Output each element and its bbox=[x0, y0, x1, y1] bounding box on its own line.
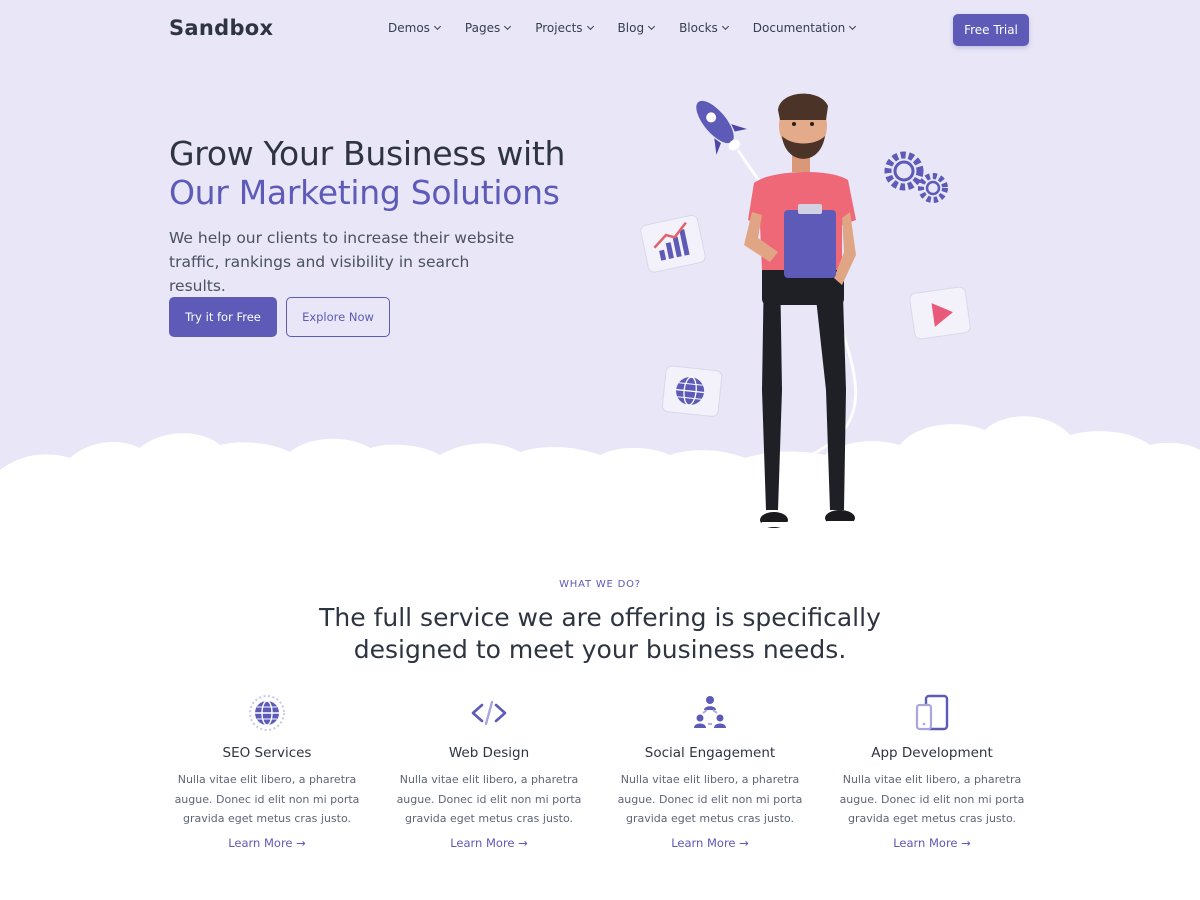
menu-item-pages[interactable]: Pages bbox=[464, 21, 512, 35]
chart-card-icon bbox=[640, 214, 706, 273]
menu-item-label: Blocks bbox=[679, 21, 718, 35]
service-description-line: gravida eget metus cras justo. bbox=[626, 812, 794, 825]
chevron-down-icon bbox=[586, 22, 594, 31]
menu-item-blog[interactable]: Blog bbox=[617, 21, 656, 35]
section-eyebrow: WHAT WE DO? bbox=[559, 579, 641, 590]
menu-item-demos[interactable]: Demos bbox=[388, 21, 441, 35]
service-card-app-dev: App Development Nulla vitae elit libero,… bbox=[837, 693, 1027, 851]
service-card-social: Social Engagement Nulla vitae elit liber… bbox=[615, 693, 805, 851]
try-free-button[interactable]: Try it for Free bbox=[169, 297, 277, 337]
service-description-line: Nulla vitae elit libero, a pharetra bbox=[842, 773, 1022, 786]
explore-now-button[interactable]: Explore Now bbox=[286, 297, 390, 337]
section-title-line2: designed to meet your business needs. bbox=[353, 635, 847, 664]
service-title: Web Design bbox=[448, 745, 530, 761]
hero-title-line2: Our Marketing Solutions bbox=[169, 173, 560, 212]
service-description-line: gravida eget metus cras justo. bbox=[183, 812, 351, 825]
code-icon bbox=[471, 700, 507, 726]
rocket-icon bbox=[696, 100, 748, 155]
chevron-down-icon bbox=[648, 22, 656, 31]
learn-more-link[interactable]: Learn More → bbox=[671, 836, 749, 850]
service-description-line: augue. Donec id elit non mi porta bbox=[617, 792, 803, 806]
chevron-down-icon bbox=[433, 22, 441, 31]
service-description: Nulla vitae elit libero, a pharetra augu… bbox=[172, 770, 362, 829]
chevron-down-icon bbox=[721, 22, 729, 31]
hero-illustration bbox=[640, 93, 971, 528]
service-description-line: augue. Donec id elit non mi porta bbox=[839, 792, 1025, 806]
menu-item-label: Blog bbox=[617, 21, 645, 35]
free-trial-button[interactable]: Free Trial bbox=[953, 14, 1029, 46]
chevron-down-icon bbox=[504, 22, 512, 31]
service-description-line: gravida eget metus cras justo. bbox=[848, 812, 1016, 825]
logo[interactable]: Sandbox bbox=[169, 16, 273, 40]
cloud-divider bbox=[0, 416, 1200, 510]
service-description: Nulla vitae elit libero, a pharetra augu… bbox=[394, 770, 584, 829]
service-description-line: Nulla vitae elit libero, a pharetra bbox=[399, 773, 579, 786]
section-title-line1: The full service we are offering is spec… bbox=[319, 603, 881, 632]
service-card-web-design: Web Design Nulla vitae elit libero, a ph… bbox=[394, 693, 584, 851]
chevron-down-icon bbox=[849, 22, 857, 31]
hero-lead: We help our clients to increase their we… bbox=[169, 229, 515, 295]
section-title: The full service we are offering is spec… bbox=[300, 602, 900, 666]
service-description: Nulla vitae elit libero, a pharetra augu… bbox=[615, 770, 805, 829]
hero-title-line1: Grow Your Business with bbox=[169, 134, 566, 173]
menu-item-blocks[interactable]: Blocks bbox=[679, 21, 729, 35]
menu-item-label: Projects bbox=[535, 21, 583, 35]
gears-icon bbox=[884, 151, 948, 203]
menu-item-label: Documentation bbox=[752, 21, 846, 35]
learn-more-link[interactable]: Learn More → bbox=[450, 836, 528, 850]
menu-item-label: Demos bbox=[388, 21, 430, 35]
service-description-line: augue. Donec id elit non mi porta bbox=[396, 792, 582, 806]
service-description-line: Nulla vitae elit libero, a pharetra bbox=[177, 773, 357, 786]
play-card-icon bbox=[909, 286, 971, 340]
main-menu: Demos Pages Projects Blog Blocks Documen… bbox=[388, 21, 880, 35]
users-network-icon bbox=[694, 696, 726, 728]
learn-more-link[interactable]: Learn More → bbox=[228, 836, 306, 850]
service-title: Social Engagement bbox=[644, 745, 776, 761]
learn-more-link[interactable]: Learn More → bbox=[893, 836, 971, 850]
menu-item-projects[interactable]: Projects bbox=[535, 21, 594, 35]
service-title: SEO Services bbox=[222, 745, 312, 761]
menu-item-label: Pages bbox=[464, 21, 501, 35]
service-card-seo: SEO Services Nulla vitae elit libero, a … bbox=[172, 693, 362, 851]
service-description-line: augue. Donec id elit non mi porta bbox=[174, 792, 360, 806]
menu-item-documentation[interactable]: Documentation bbox=[752, 21, 857, 35]
service-description: Nulla vitae elit libero, a pharetra augu… bbox=[837, 770, 1027, 829]
globe-card-icon bbox=[661, 365, 723, 417]
top-navbar: Sandbox Demos Pages Projects Blog Blocks… bbox=[0, 0, 1200, 60]
service-title: App Development bbox=[871, 745, 993, 761]
globe-icon bbox=[249, 695, 285, 731]
devices-icon bbox=[915, 694, 949, 731]
service-description-line: Nulla vitae elit libero, a pharetra bbox=[620, 773, 800, 786]
man-with-clipboard-figure bbox=[744, 93, 858, 528]
hero-title: Grow Your Business with Our Marketing So… bbox=[169, 134, 565, 212]
service-description-line: gravida eget metus cras justo. bbox=[405, 812, 573, 825]
